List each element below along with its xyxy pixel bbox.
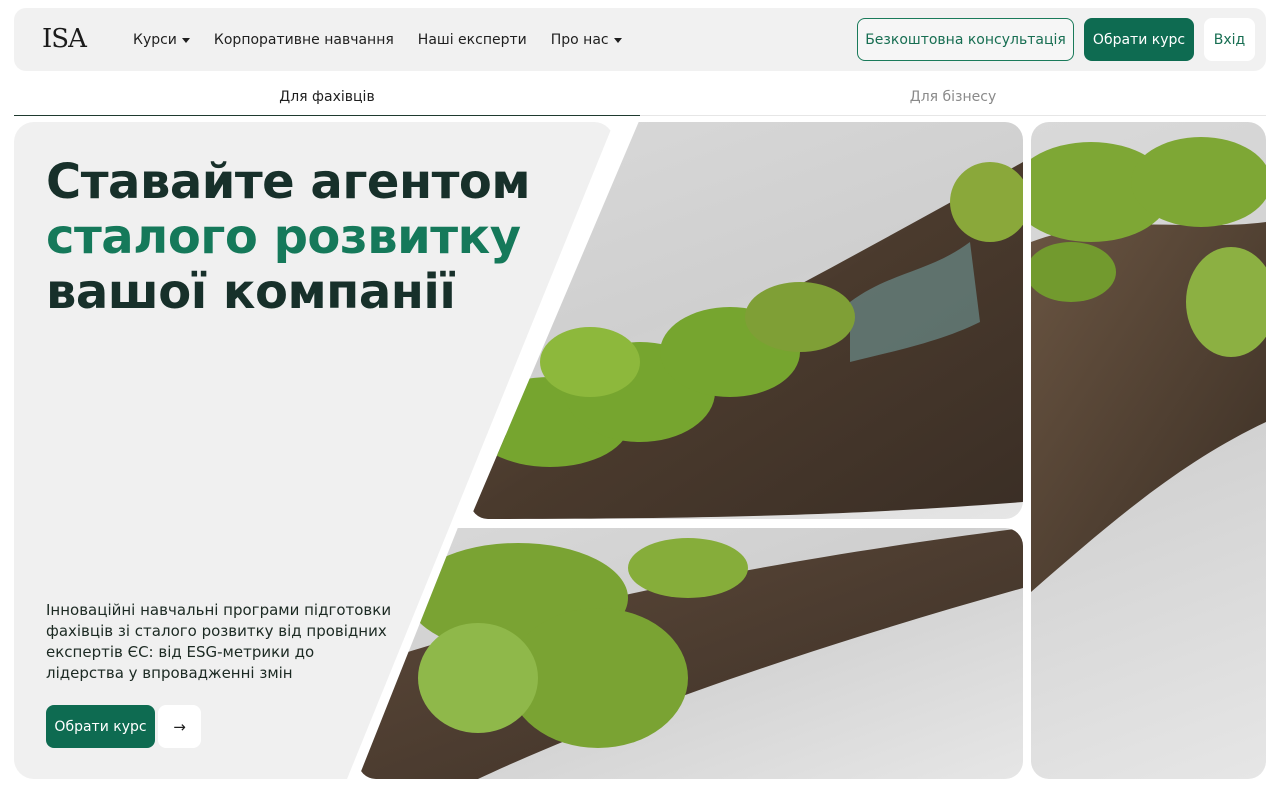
- arrow-right-icon[interactable]: →: [158, 705, 201, 748]
- nav-item-corporate-label: Корпоративне навчання: [213, 31, 394, 48]
- moss-branch-illustration: [1031, 137, 1266, 592]
- chevron-down-icon: [613, 38, 622, 43]
- nav-item-experts[interactable]: Наші експерти: [418, 32, 527, 48]
- main-nav: Курси Корпоративне навчання Наші експерт…: [133, 8, 646, 71]
- hero-title-line-2: сталого розвитку: [46, 209, 521, 265]
- nav-item-about[interactable]: Про нас: [551, 32, 622, 48]
- moss-branch-illustration: [358, 528, 1023, 779]
- free-consultation-button[interactable]: Безкоштовна консультація: [857, 18, 1074, 61]
- nav-item-about-label: Про нас: [550, 31, 609, 48]
- hero-title: Ставайте агентом сталого розвитку вашої …: [46, 155, 606, 320]
- tab-specialists[interactable]: Для фахівців: [14, 80, 640, 116]
- login-button[interactable]: Вхід: [1204, 18, 1255, 61]
- top-header: ISA Курси Корпоративне навчання Наші екс…: [14, 8, 1266, 71]
- isa-logo[interactable]: ISA: [42, 22, 87, 56]
- hero-title-line-1: Ставайте агентом: [46, 154, 531, 210]
- nav-item-corporate[interactable]: Корпоративне навчання: [214, 32, 394, 48]
- hero-title-line-3: вашої компанії: [46, 264, 456, 320]
- nav-item-courses-label: Курси: [133, 31, 177, 48]
- chevron-down-icon: [181, 38, 190, 43]
- hero-image-moss-bottom: [358, 528, 1023, 779]
- hero-choose-course-button[interactable]: Обрати курс: [46, 705, 155, 748]
- audience-tabs: Для фахівців Для бізнесу: [14, 80, 1266, 116]
- hero-description: Інноваційні навчальні програми підготовк…: [46, 601, 392, 682]
- nav-item-experts-label: Наші експерти: [417, 31, 527, 48]
- choose-course-button[interactable]: Обрати курс: [1084, 18, 1194, 61]
- hero-image-moss-side: [1031, 122, 1266, 779]
- nav-item-courses[interactable]: Курси: [133, 32, 190, 48]
- tab-business[interactable]: Для бізнесу: [640, 80, 1266, 116]
